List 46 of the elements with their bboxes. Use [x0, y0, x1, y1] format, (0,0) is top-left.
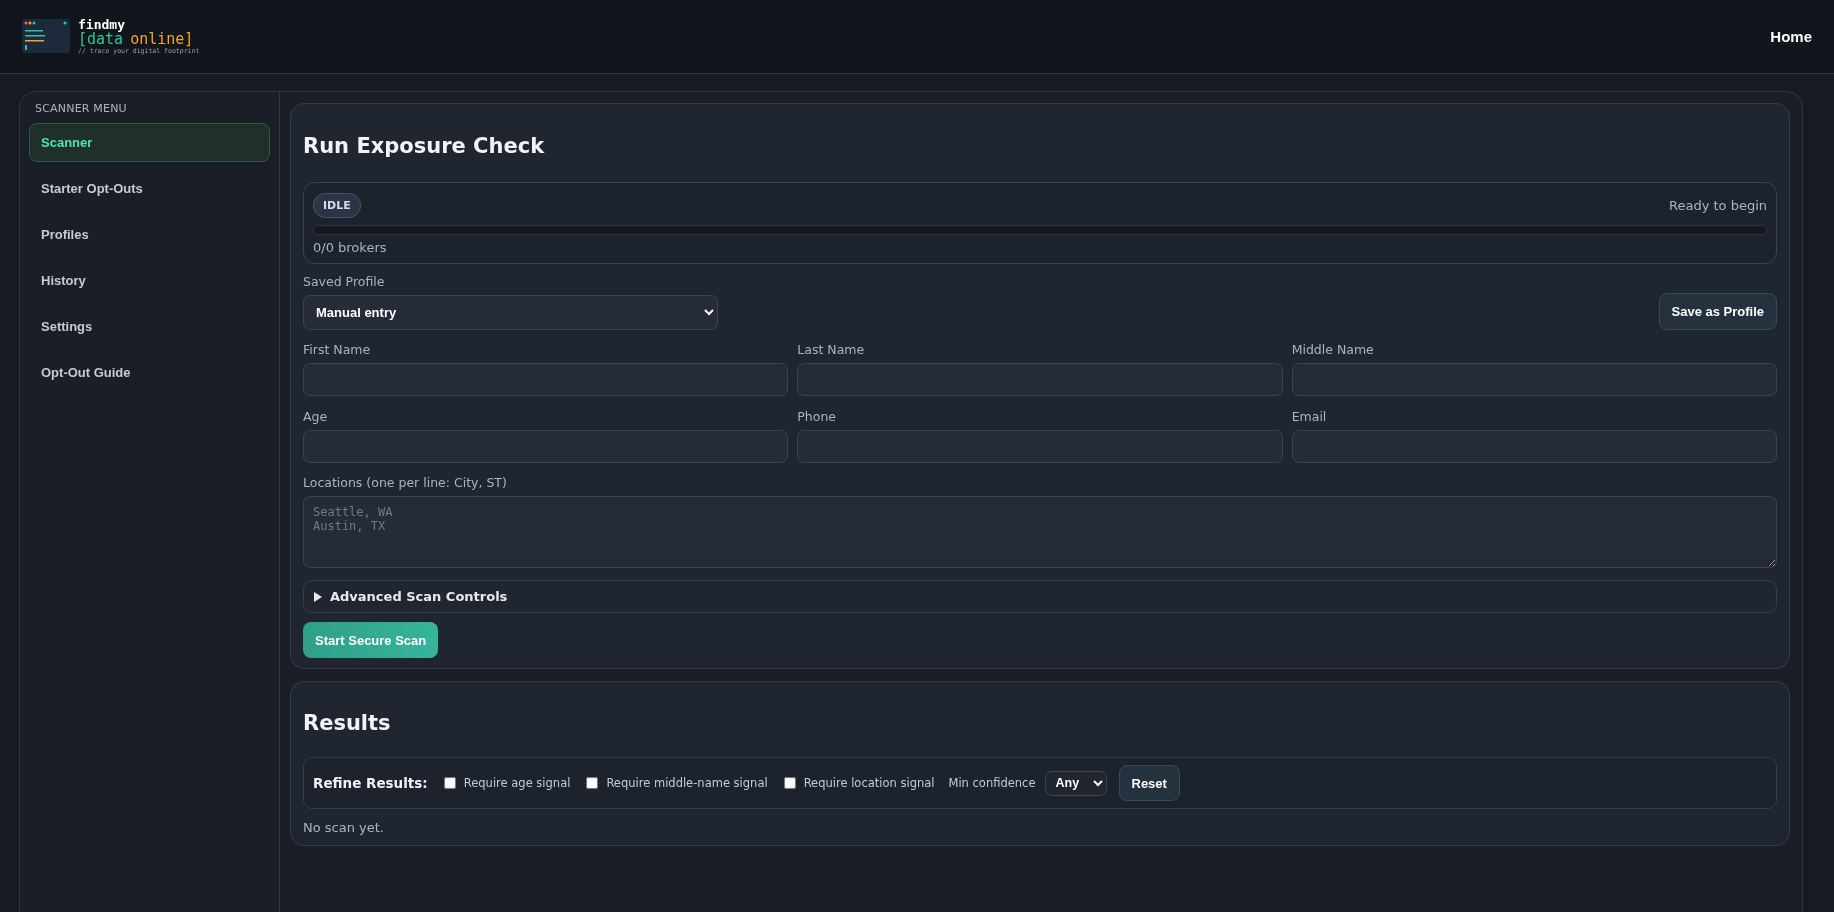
filter-label: Require age signal [463, 776, 571, 790]
input-field[interactable] [303, 430, 789, 463]
field-label: Saved Profile [303, 274, 386, 289]
field-label: Email [1291, 409, 1328, 424]
menu-item[interactable]: Starter Opt-Outs [29, 169, 270, 208]
filter-checkbox[interactable] [783, 777, 796, 789]
menu-item[interactable]: Opt-Out Guide [29, 353, 270, 392]
filter-label: Require location signal [803, 776, 935, 790]
reset-button[interactable]: Reset [1118, 765, 1180, 801]
status-badge: IDLE [313, 193, 361, 218]
menu-item[interactable]: Settings [29, 307, 270, 346]
logo-wordmark: online] [130, 31, 194, 48]
advanced-controls-toggle[interactable]: Advanced Scan Controls [303, 580, 1777, 613]
input-field[interactable] [303, 363, 789, 396]
menu-item[interactable]: History [29, 261, 270, 300]
logo-wordmark: [data [78, 31, 124, 48]
input-field[interactable] [1291, 430, 1777, 463]
field-label: Last Name [797, 342, 866, 357]
field-label: Age [303, 409, 329, 424]
save-profile-button[interactable]: Save as Profile [1658, 293, 1777, 330]
field-label: Locations (one per line: City, ST) [303, 475, 508, 490]
menu-item[interactable]: Profiles [29, 215, 270, 254]
terminal-window-icon [22, 19, 70, 54]
profile-select[interactable]: Manual entry [303, 295, 718, 330]
menu-heading: SCANNER MENU [34, 102, 128, 115]
filter-label: Require middle-name signal [606, 776, 768, 790]
input-field[interactable] [797, 363, 1283, 396]
status-message: Ready to begin [1668, 198, 1767, 213]
field-label: Phone [797, 409, 838, 424]
input-field[interactable] [797, 430, 1283, 463]
filter-checkbox[interactable] [443, 777, 456, 789]
card-title: Results [303, 711, 392, 735]
menu-item[interactable]: Scanner [29, 123, 270, 162]
locations-field[interactable]: Seattle, WA Austin, TX [303, 496, 1777, 568]
broker-count: 0/0 brokers [313, 240, 388, 255]
nav-link[interactable]: Home [1770, 28, 1812, 45]
field-label: First Name [303, 342, 372, 357]
confidence-select[interactable]: Any [1044, 770, 1107, 796]
results-message: No scan yet. [303, 820, 385, 835]
card-title: Run Exposure Check [303, 134, 546, 158]
logo-name: findmy [78, 17, 126, 32]
min-confidence-label: Min confidence [948, 776, 1036, 790]
filter-checkbox[interactable] [586, 777, 599, 789]
field-label: Middle Name [1291, 342, 1375, 357]
input-field[interactable] [1291, 363, 1777, 396]
refine-label: Refine Results: [313, 775, 428, 791]
